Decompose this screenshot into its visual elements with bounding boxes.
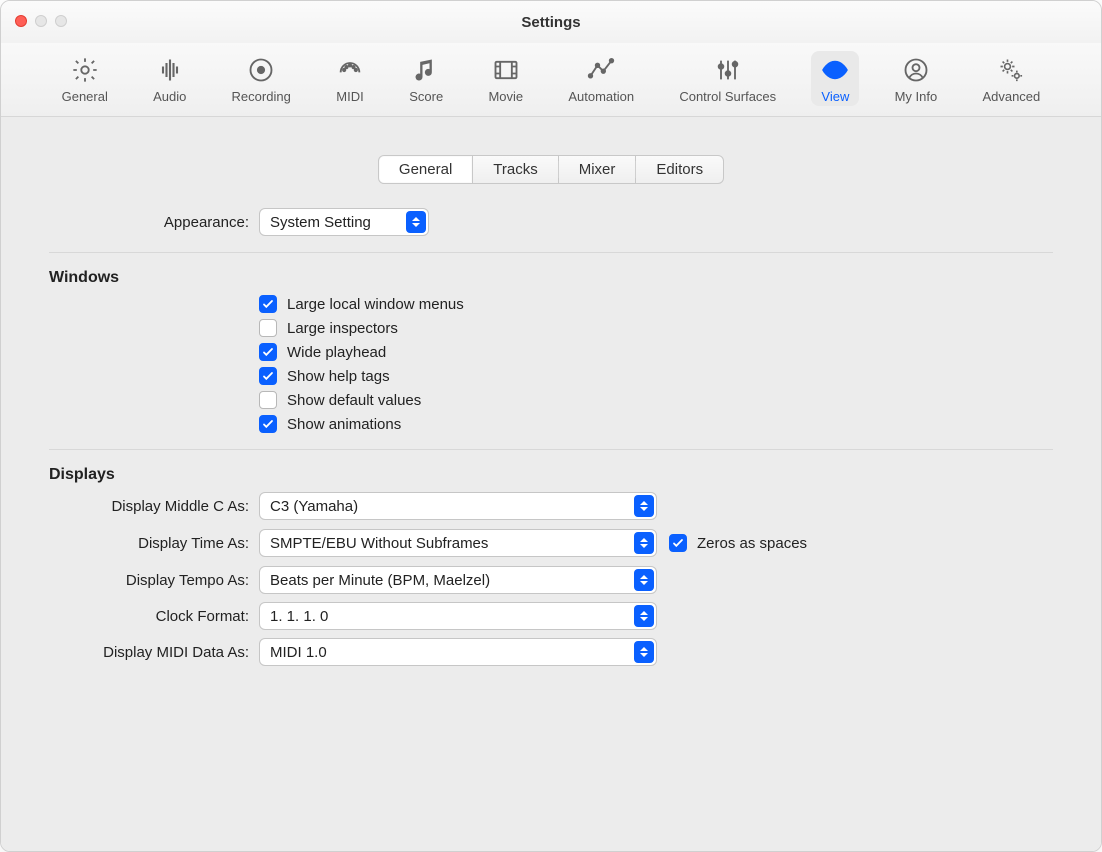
toolbar-item-my-info[interactable]: My Info xyxy=(885,51,948,106)
checkbox-box xyxy=(669,534,687,552)
divider xyxy=(49,252,1053,253)
toolbar-label: Control Surfaces xyxy=(679,89,776,104)
appearance-select[interactable]: System Setting xyxy=(259,208,429,236)
select-stepper-icon xyxy=(634,605,654,627)
music-note-icon xyxy=(412,55,440,85)
toolbar-item-advanced[interactable]: Advanced xyxy=(972,51,1050,106)
display-time-label: Display Time As: xyxy=(49,535,259,552)
settings-window: Settings General Audio Recording MI xyxy=(0,0,1102,852)
checkbox-show-animations[interactable]: Show animations xyxy=(259,415,1053,433)
select-value: 1. 1. 1. 0 xyxy=(270,608,328,625)
checkbox-label: Wide playhead xyxy=(287,344,386,361)
display-midi-data-select[interactable]: MIDI 1.0 xyxy=(259,638,657,666)
checkbox-label: Show animations xyxy=(287,416,401,433)
toolbar-label: Audio xyxy=(153,89,186,104)
toolbar-item-general[interactable]: General xyxy=(52,51,118,106)
tab-tracks[interactable]: Tracks xyxy=(473,155,558,184)
display-middle-c-label: Display Middle C As: xyxy=(49,498,259,515)
preferences-toolbar: General Audio Recording MIDI Score xyxy=(1,43,1101,117)
checkbox-box xyxy=(259,391,277,409)
toolbar-item-movie[interactable]: Movie xyxy=(478,51,533,106)
windows-options: Large local window menus Large inspector… xyxy=(259,295,1053,433)
checkbox-zeros-as-spaces[interactable]: Zeros as spaces xyxy=(669,534,807,552)
appearance-value: System Setting xyxy=(270,214,371,231)
displays-options: Display Middle C As: C3 (Yamaha) Display… xyxy=(49,492,1053,666)
toolbar-item-control-surfaces[interactable]: Control Surfaces xyxy=(669,51,786,106)
toolbar-label: MIDI xyxy=(336,89,363,104)
tab-mixer[interactable]: Mixer xyxy=(559,155,637,184)
select-value: SMPTE/EBU Without Subframes xyxy=(270,535,488,552)
toolbar-item-recording[interactable]: Recording xyxy=(222,51,301,106)
checkbox-box xyxy=(259,295,277,313)
waveform-icon xyxy=(156,55,184,85)
record-icon xyxy=(247,55,275,85)
display-middle-c-select[interactable]: C3 (Yamaha) xyxy=(259,492,657,520)
select-value: Beats per Minute (BPM, Maelzel) xyxy=(270,572,490,589)
checkbox-large-inspectors[interactable]: Large inspectors xyxy=(259,319,1053,337)
select-value: MIDI 1.0 xyxy=(270,644,327,661)
checkbox-show-default-values[interactable]: Show default values xyxy=(259,391,1053,409)
titlebar: Settings xyxy=(1,1,1101,43)
checkbox-show-help-tags[interactable]: Show help tags xyxy=(259,367,1053,385)
gears-icon xyxy=(997,55,1025,85)
toolbar-item-audio[interactable]: Audio xyxy=(143,51,196,106)
film-icon xyxy=(492,55,520,85)
content-area: General Tracks Mixer Editors Appearance:… xyxy=(1,117,1101,851)
view-subtabs: General Tracks Mixer Editors xyxy=(49,155,1053,184)
toolbar-label: General xyxy=(62,89,108,104)
eye-icon xyxy=(821,55,849,85)
sliders-icon xyxy=(714,55,742,85)
tab-general[interactable]: General xyxy=(378,155,473,184)
settings-panel: General Tracks Mixer Editors Appearance:… xyxy=(19,135,1083,833)
checkbox-wide-playhead[interactable]: Wide playhead xyxy=(259,343,1053,361)
display-tempo-select[interactable]: Beats per Minute (BPM, Maelzel) xyxy=(259,566,657,594)
checkbox-box xyxy=(259,367,277,385)
display-midi-data-label: Display MIDI Data As: xyxy=(49,644,259,661)
person-circle-icon xyxy=(902,55,930,85)
clock-format-select[interactable]: 1. 1. 1. 0 xyxy=(259,602,657,630)
checkbox-label: Large local window menus xyxy=(287,296,464,313)
checkbox-label: Large inspectors xyxy=(287,320,398,337)
minimize-window-button[interactable] xyxy=(35,15,47,27)
divider xyxy=(49,449,1053,450)
checkbox-label: Show default values xyxy=(287,392,421,409)
checkbox-label: Show help tags xyxy=(287,368,390,385)
toolbar-label: Movie xyxy=(488,89,523,104)
select-stepper-icon xyxy=(634,532,654,554)
toolbar-item-view[interactable]: View xyxy=(811,51,859,106)
display-tempo-label: Display Tempo As: xyxy=(49,572,259,589)
gear-icon xyxy=(71,55,99,85)
window-title: Settings xyxy=(521,14,580,31)
tab-editors[interactable]: Editors xyxy=(636,155,724,184)
windows-section-title: Windows xyxy=(49,269,1053,287)
displays-section-title: Displays xyxy=(49,466,1053,484)
appearance-label: Appearance: xyxy=(49,214,259,231)
select-stepper-icon xyxy=(634,641,654,663)
midi-icon xyxy=(336,55,364,85)
checkbox-label: Zeros as spaces xyxy=(697,535,807,552)
checkbox-large-local-window-menus[interactable]: Large local window menus xyxy=(259,295,1053,313)
toolbar-label: Score xyxy=(409,89,443,104)
select-stepper-icon xyxy=(634,495,654,517)
toolbar-label: Recording xyxy=(232,89,291,104)
toolbar-label: Automation xyxy=(568,89,634,104)
toolbar-label: Advanced xyxy=(982,89,1040,104)
toolbar-item-midi[interactable]: MIDI xyxy=(326,51,374,106)
toolbar-item-score[interactable]: Score xyxy=(399,51,453,106)
window-controls xyxy=(15,15,67,27)
select-stepper-icon xyxy=(406,211,426,233)
select-stepper-icon xyxy=(634,569,654,591)
checkbox-box xyxy=(259,343,277,361)
checkbox-box xyxy=(259,319,277,337)
clock-format-label: Clock Format: xyxy=(49,608,259,625)
close-window-button[interactable] xyxy=(15,15,27,27)
display-time-select[interactable]: SMPTE/EBU Without Subframes xyxy=(259,529,657,557)
toolbar-label: View xyxy=(821,89,849,104)
checkbox-box xyxy=(259,415,277,433)
toolbar-item-automation[interactable]: Automation xyxy=(558,51,644,106)
toolbar-label: My Info xyxy=(895,89,938,104)
select-value: C3 (Yamaha) xyxy=(270,498,358,515)
zoom-window-button[interactable] xyxy=(55,15,67,27)
automation-icon xyxy=(587,55,615,85)
